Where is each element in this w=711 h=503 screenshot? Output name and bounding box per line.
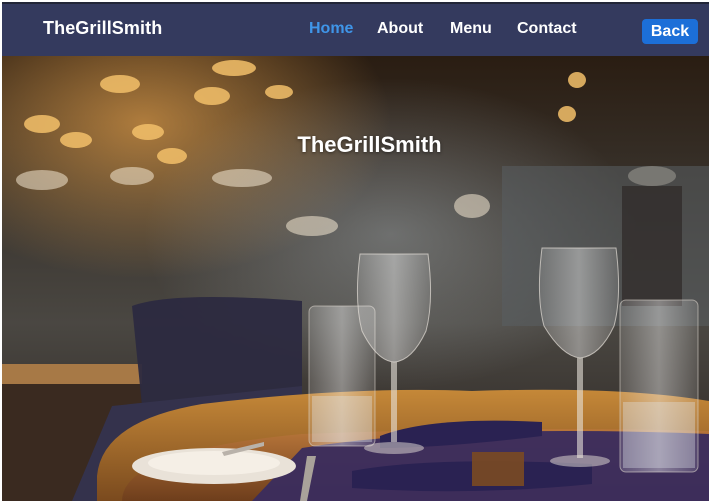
- hero-background-image: [2, 56, 709, 501]
- page-frame: TheGrillSmith Home About Menu Contact Ba…: [2, 2, 709, 501]
- nav-link-menu[interactable]: Menu: [450, 20, 492, 38]
- navbar: TheGrillSmith Home About Menu Contact Ba…: [2, 2, 709, 56]
- back-button[interactable]: Back: [642, 19, 698, 44]
- nav-link-contact[interactable]: Contact: [517, 20, 577, 38]
- hero-section: TheGrillSmith: [2, 56, 709, 501]
- nav-link-about[interactable]: About: [377, 20, 423, 38]
- nav-links: Home About Menu Contact: [2, 20, 709, 42]
- nav-link-home[interactable]: Home: [309, 20, 353, 38]
- hero-title: TheGrillSmith: [297, 132, 442, 157]
